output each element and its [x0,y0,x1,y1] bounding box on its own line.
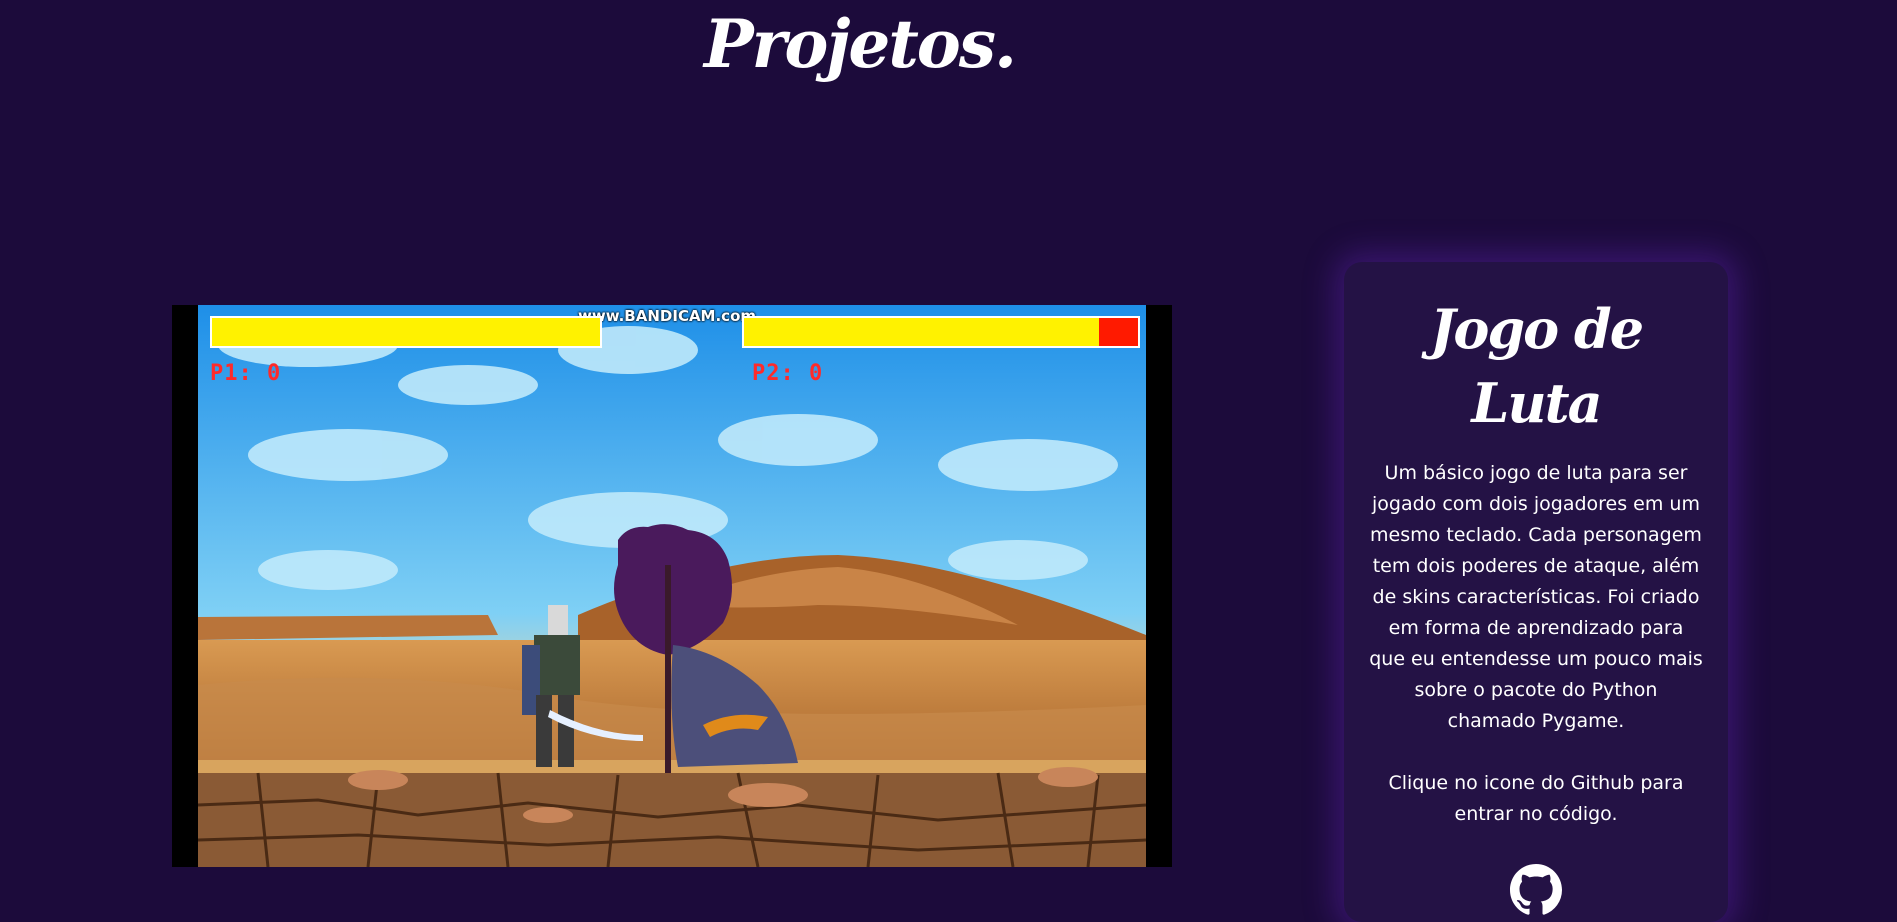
player2-health-bar [742,316,1140,348]
page-title: Projetos. [704,5,1017,83]
github-icon[interactable] [1510,864,1562,916]
game-scene [198,305,1146,867]
github-instruction: Clique no icone do Github para entrar no… [1388,772,1684,825]
player2-score: P2: 0 [752,361,824,386]
project-description: Um básico jogo de luta para ser jogado c… [1369,462,1703,732]
project-card: Jogo de Luta Um básico jogo de luta para… [1344,262,1728,922]
player2-health-fill [744,318,1099,346]
project-title: Jogo de Luta [1429,297,1644,435]
player1-score: P1: 0 [210,361,282,386]
player1-health-fill [212,318,600,346]
player1-health-bar [210,316,602,348]
recording-watermark: www.BANDICAM.com [578,307,757,325]
game-screenshot: www.BANDICAM.com P1: 0 P2: 0 [198,305,1146,867]
project-video[interactable]: www.BANDICAM.com P1: 0 P2: 0 [172,305,1172,867]
